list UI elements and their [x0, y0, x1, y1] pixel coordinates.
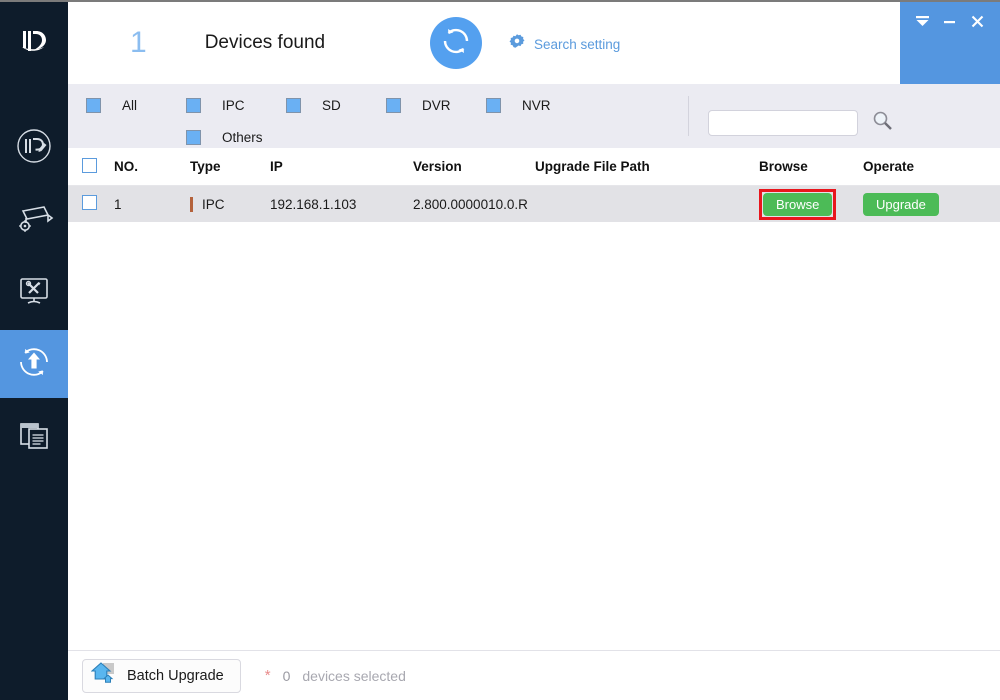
- filter-sd-checkbox[interactable]: [286, 97, 301, 113]
- upgrade-button[interactable]: Upgrade: [863, 192, 939, 216]
- row-select-cell: [68, 195, 114, 213]
- row-checkbox[interactable]: [82, 195, 97, 210]
- search-input[interactable]: [708, 110, 858, 136]
- sidebar-item-system-settings[interactable]: [0, 258, 68, 326]
- browse-highlight-box: Browse: [759, 188, 837, 220]
- device-count: 1: [130, 26, 147, 59]
- device-table: NO. Type IP Version Upgrade File Path Br…: [68, 148, 1000, 650]
- table-row[interactable]: 1 IPC 192.168.1.103 2.800.0000010.0.R Br…: [68, 186, 1000, 222]
- documents-icon: [14, 415, 54, 458]
- cell-operate: Upgrade: [863, 192, 973, 216]
- app-window: 1 Devices found Search setting All IPC S…: [0, 0, 1000, 700]
- cell-ip: 192.168.1.103: [270, 196, 357, 212]
- close-icon: [969, 13, 986, 35]
- cell-type: IPC: [190, 196, 270, 212]
- filter-nvr-label: NVR: [522, 97, 551, 113]
- filter-sd[interactable]: SD: [286, 97, 386, 113]
- filter-nvr[interactable]: NVR: [486, 97, 586, 113]
- collapse-button[interactable]: [912, 13, 934, 35]
- search-setting-button[interactable]: Search setting: [508, 33, 620, 56]
- cell-no: 1: [114, 196, 122, 212]
- filter-dvr-checkbox[interactable]: [386, 97, 401, 113]
- minimize-icon: [941, 13, 958, 35]
- cell-version: 2.800.0000010.0.R: [413, 196, 528, 212]
- type-color-bar-icon: [190, 196, 193, 212]
- filter-dvr-label: DVR: [422, 97, 451, 113]
- browse-button[interactable]: Browse: [763, 192, 833, 216]
- minimize-button[interactable]: [939, 13, 961, 35]
- column-header-browse: Browse: [759, 159, 808, 174]
- dahua-logo-icon: [17, 24, 51, 63]
- filter-all-label: All: [122, 97, 138, 113]
- column-header-no: NO.: [114, 159, 139, 174]
- sidebar-item-modify-ip[interactable]: [0, 114, 68, 182]
- cell-type-label: IPC: [202, 196, 225, 212]
- filter-others-checkbox[interactable]: [186, 129, 201, 145]
- refresh-circle-icon: [439, 24, 473, 63]
- filter-nvr-checkbox[interactable]: [486, 97, 501, 113]
- column-header-operate: Operate: [863, 159, 915, 174]
- search-setting-label: Search setting: [534, 37, 621, 52]
- header: 1 Devices found Search setting: [68, 2, 1000, 84]
- sidebar-item-device-config[interactable]: [0, 186, 68, 254]
- app-logo: [0, 2, 68, 84]
- selected-devices-label: devices selected: [302, 667, 406, 684]
- close-button[interactable]: [966, 13, 988, 35]
- main-content: 1 Devices found Search setting All IPC S…: [68, 2, 1000, 700]
- batch-upgrade-button[interactable]: Batch Upgrade: [82, 658, 241, 693]
- upload-arrow-circle-icon: [13, 341, 55, 388]
- search-area: [708, 110, 893, 136]
- filter-others-label: Others: [222, 129, 263, 145]
- column-header-upgrade-file-path: Upgrade File Path: [535, 159, 650, 174]
- column-header-ip: IP: [270, 159, 283, 174]
- sidebar: [0, 2, 68, 700]
- gear-icon: [508, 33, 526, 56]
- footer-bar: Batch Upgrade * 0 devices selected: [68, 650, 1000, 700]
- filter-ipc-checkbox[interactable]: [186, 97, 201, 113]
- required-asterisk: *: [264, 666, 271, 684]
- selected-count: 0: [282, 667, 291, 684]
- filter-sd-label: SD: [322, 97, 341, 113]
- table-header-row: NO. Type IP Version Upgrade File Path Br…: [68, 148, 1000, 186]
- selection-info: * 0 devices selected: [265, 668, 406, 684]
- filter-all-checkbox[interactable]: [86, 97, 101, 113]
- select-all-cell: [68, 157, 114, 176]
- sidebar-item-device-upgrade[interactable]: [0, 330, 68, 398]
- devices-found-label: Devices found: [204, 32, 326, 53]
- sidebar-item-device-logs[interactable]: [0, 402, 68, 470]
- search-icon[interactable]: [872, 110, 893, 136]
- column-header-version: Version: [413, 159, 462, 174]
- filter-all[interactable]: All: [86, 97, 186, 113]
- filter-others[interactable]: Others: [186, 129, 286, 145]
- window-controls: [900, 2, 1000, 84]
- collapse-icon: [914, 13, 931, 35]
- select-all-checkbox[interactable]: [82, 157, 97, 173]
- batch-upgrade-label: Batch Upgrade: [127, 667, 224, 684]
- cell-browse: Browse: [759, 188, 863, 220]
- ip-pencil-icon: [15, 127, 53, 170]
- filter-dvr[interactable]: DVR: [386, 97, 486, 113]
- monitor-tools-icon: [14, 271, 54, 314]
- filter-divider: [688, 96, 689, 136]
- upload-house-icon: [90, 660, 117, 691]
- column-header-type: Type: [190, 159, 221, 174]
- filter-ipc[interactable]: IPC: [186, 97, 286, 113]
- refresh-button[interactable]: [430, 17, 482, 69]
- filter-ipc-label: IPC: [222, 97, 245, 113]
- camera-gear-icon: [14, 199, 54, 242]
